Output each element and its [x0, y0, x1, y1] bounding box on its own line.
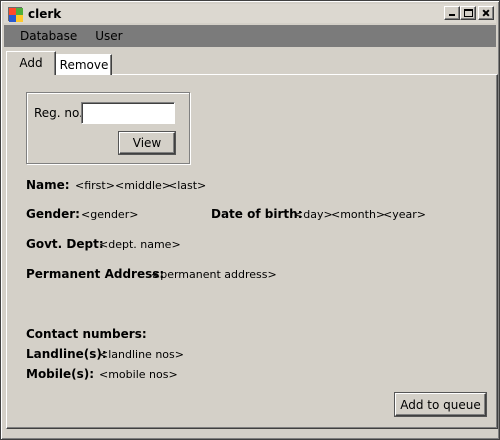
main-window: clerk Database User Add Remove Reg. no. … [0, 0, 500, 440]
mobile-label: Mobile(s): [26, 367, 95, 381]
minimize-button[interactable] [444, 6, 460, 20]
view-button[interactable]: View [119, 132, 175, 154]
last-name-value: <last> [168, 179, 207, 192]
landline-value: <landline nos> [99, 348, 184, 361]
maximize-button[interactable] [460, 6, 476, 20]
dept-label: Govt. Dept: [26, 237, 104, 251]
name-label: Name: [26, 178, 70, 192]
tab-remove[interactable]: Remove [56, 54, 112, 75]
add-tab-panel: Reg. no. View Name: <first> <middle> <la… [6, 74, 498, 429]
dept-value: <dept. name> [99, 238, 181, 251]
first-name-value: <first> [75, 179, 115, 192]
landline-label: Landline(s): [26, 347, 107, 361]
reg-no-label: Reg. no. [34, 106, 83, 120]
window-title: clerk [28, 6, 62, 21]
minimize-icon [449, 14, 455, 16]
tab-strip: Add Remove [6, 51, 496, 75]
maximize-icon [464, 9, 473, 17]
app-icon [8, 6, 23, 22]
gender-label: Gender: [26, 207, 80, 221]
address-label: Permanent Address: [26, 267, 165, 281]
reg-no-input[interactable] [81, 102, 175, 124]
registration-lookup-group: Reg. no. View [26, 92, 190, 164]
dob-month-value: <month> [331, 208, 386, 221]
menu-user[interactable]: User [86, 25, 131, 47]
add-to-queue-button[interactable]: Add to queue [395, 393, 486, 416]
close-button[interactable] [478, 6, 494, 20]
middle-name-value: <middle> [115, 179, 171, 192]
close-icon [479, 7, 493, 19]
menu-database[interactable]: Database [4, 25, 86, 47]
dob-day-value: <day> [294, 208, 333, 221]
title-bar[interactable]: clerk [4, 4, 496, 23]
menu-bar: Database User [4, 25, 496, 47]
mobile-value: <mobile nos> [99, 368, 178, 381]
dob-year-value: <year> [383, 208, 426, 221]
dob-label: Date of birth: [211, 207, 303, 221]
window-controls [444, 6, 494, 20]
tab-add[interactable]: Add [6, 51, 56, 75]
address-value: <permanent address> [151, 268, 277, 281]
contact-numbers-heading: Contact numbers: [26, 327, 147, 341]
gender-value: <gender> [81, 208, 139, 221]
